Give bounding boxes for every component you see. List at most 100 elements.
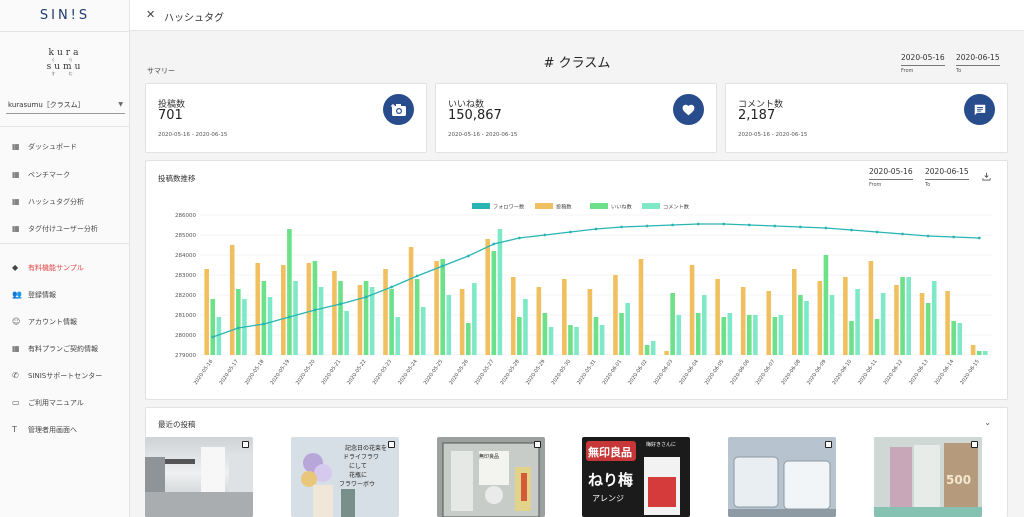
y-tick-label: 279000 <box>175 353 196 359</box>
line-point <box>594 227 598 231</box>
line-point <box>492 242 496 246</box>
bar <box>287 229 292 355</box>
thumb-caption: 記念日の花束を <box>345 445 388 452</box>
line-point <box>773 224 777 228</box>
bar <box>766 291 772 355</box>
bar <box>599 325 605 355</box>
bar <box>619 313 624 355</box>
x-tick-label: 2020-05-25 <box>423 359 445 386</box>
bar <box>236 289 241 355</box>
recent-posts-title: 最近の投稿 <box>158 420 196 429</box>
line-point <box>952 235 956 239</box>
bar <box>855 289 860 355</box>
y-tick-label: 282000 <box>175 293 196 299</box>
bar <box>472 283 477 355</box>
bar <box>548 327 554 355</box>
line-point <box>313 308 317 312</box>
bar <box>613 275 618 355</box>
legend-swatch <box>472 203 490 209</box>
bar <box>945 291 950 355</box>
post-thumbnail[interactable] <box>145 437 253 517</box>
multi-photo-icon <box>971 441 978 448</box>
bar <box>440 259 446 355</box>
thumb-caption: ドライフラワ <box>343 454 380 461</box>
post-thumbnail[interactable] <box>728 437 836 517</box>
bar <box>650 341 656 355</box>
line-point <box>390 285 394 289</box>
line-point <box>645 224 649 228</box>
bar <box>849 321 854 355</box>
bar <box>587 289 593 355</box>
thumb-caption: 花瓶に <box>349 472 368 479</box>
line-point <box>620 225 623 229</box>
x-tick-label: 2020-05-20 <box>295 359 317 386</box>
x-tick-label: 2020-05-23 <box>372 359 394 386</box>
bar <box>318 287 324 355</box>
bar <box>951 321 956 355</box>
bar <box>957 323 963 355</box>
legend-label: いいね数 <box>611 203 633 211</box>
post-thumbnail[interactable]: 無印良品 ねり梅 アレンジ 梅好きさんに <box>582 437 690 517</box>
bar <box>715 279 720 355</box>
line-point <box>517 236 521 240</box>
bar <box>229 245 235 355</box>
bar <box>306 263 312 355</box>
bar <box>414 279 420 355</box>
legend-swatch <box>642 203 660 209</box>
bar <box>638 259 644 355</box>
line-point <box>875 230 879 234</box>
storage-photo <box>442 442 540 517</box>
line-point <box>569 230 572 234</box>
bar <box>357 285 363 355</box>
bar <box>383 269 388 355</box>
bar <box>772 317 778 355</box>
chevron-down-icon[interactable]: ⌄ <box>984 418 991 427</box>
multi-photo-icon <box>825 441 832 448</box>
y-tick-label: 283000 <box>175 273 196 279</box>
bar <box>695 313 701 355</box>
line-point <box>288 315 291 319</box>
bar <box>625 303 630 355</box>
bar <box>868 261 874 355</box>
bar <box>395 317 401 355</box>
bar <box>562 279 567 355</box>
x-tick-label: 2020-05-21 <box>321 359 343 386</box>
bar <box>408 247 414 355</box>
post-thumbnail[interactable]: 記念日の花束を ドライフラワ にして 花瓶に フラワーボウ <box>291 437 399 517</box>
x-tick-label: 2020-05-19 <box>269 359 291 386</box>
bar <box>420 307 426 355</box>
y-tick-label: 285000 <box>175 233 196 239</box>
bar <box>338 281 343 355</box>
x-tick-label: 2020-06-03 <box>653 359 675 386</box>
line-point <box>696 222 700 226</box>
bar <box>293 281 298 355</box>
bar <box>644 345 650 355</box>
post-thumbnail[interactable]: 500 <box>874 437 982 517</box>
line-point <box>262 322 266 326</box>
x-tick-label: 2020-06-08 <box>780 359 802 386</box>
bar <box>983 351 988 355</box>
line-point <box>466 254 470 258</box>
bar <box>664 351 669 355</box>
bar <box>701 295 707 355</box>
legend-label: コメント数 <box>663 203 690 211</box>
bar <box>670 293 675 355</box>
x-tick-label: 2020-06-12 <box>883 359 905 386</box>
bar <box>465 323 471 355</box>
bar <box>497 229 503 355</box>
bar <box>542 313 548 355</box>
bar <box>485 239 491 355</box>
bar <box>970 345 976 355</box>
thumb-caption: 無印良品 <box>479 454 500 460</box>
bar <box>976 351 982 355</box>
bar <box>829 295 835 355</box>
post-thumbnail[interactable]: 無印良品 <box>437 437 545 517</box>
bar <box>261 281 267 355</box>
bar <box>267 297 273 355</box>
line-point <box>339 302 342 306</box>
line-point <box>671 223 675 227</box>
line-point <box>850 228 853 232</box>
line-point <box>415 274 419 278</box>
bar <box>517 317 522 355</box>
multi-photo-icon <box>534 441 541 448</box>
